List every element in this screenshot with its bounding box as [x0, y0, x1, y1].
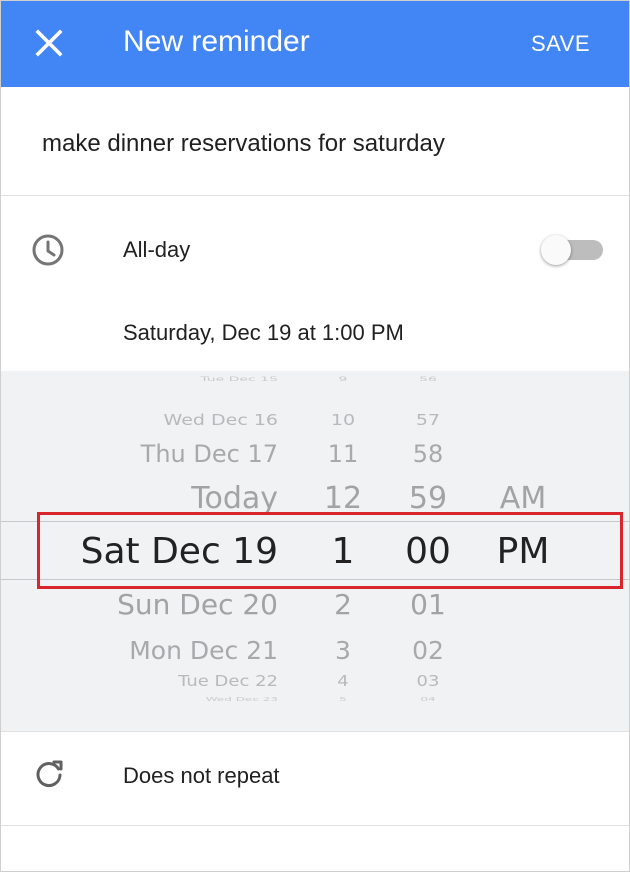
picker-minute-item[interactable]: 58 [348, 442, 508, 466]
picker-ampm-item[interactable]: AM [443, 484, 603, 514]
divider [1, 195, 629, 196]
date-time-picker[interactable]: Tue Dec 15 Wed Dec 16 Thu Dec 17 Today Sat D… [1, 371, 629, 731]
allday-label: All-day [123, 237, 191, 262]
clock-icon [32, 234, 64, 266]
picker-date-item[interactable]: Thu Dec 17 [141, 442, 278, 466]
picker-minute-item[interactable]: 56 [348, 376, 508, 382]
selection-highlight-box [37, 512, 623, 589]
reminder-screen: New reminder SAVE make dinner reservatio… [0, 0, 630, 872]
picker-date-item[interactable]: Wed Dec 16 [164, 412, 278, 427]
picker-date-item[interactable]: Mon Dec 21 [129, 638, 278, 663]
picker-minute-item[interactable]: 03 [348, 674, 508, 689]
allday-toggle[interactable] [541, 235, 605, 265]
page-title: New reminder [123, 25, 310, 58]
divider [1, 731, 629, 732]
reminder-title-input[interactable]: make dinner reservations for saturday [42, 127, 445, 161]
date-summary[interactable]: Saturday, Dec 19 at 1:00 PM [123, 318, 404, 348]
picker-minute-item[interactable]: 02 [348, 638, 508, 663]
save-button[interactable]: SAVE [531, 29, 590, 59]
close-button[interactable] [29, 23, 69, 63]
close-icon [35, 29, 63, 57]
picker-minute-item[interactable]: 01 [348, 591, 508, 619]
toggle-thumb [541, 235, 571, 265]
app-bar: New reminder SAVE [1, 1, 629, 87]
picker-minute-item[interactable]: 57 [348, 412, 508, 427]
picker-date-item[interactable]: Sun Dec 20 [117, 591, 278, 619]
repeat-icon [36, 760, 63, 788]
repeat-label[interactable]: Does not repeat [123, 761, 280, 791]
divider [1, 825, 629, 826]
picker-minute-item[interactable]: 04 [348, 696, 508, 701]
